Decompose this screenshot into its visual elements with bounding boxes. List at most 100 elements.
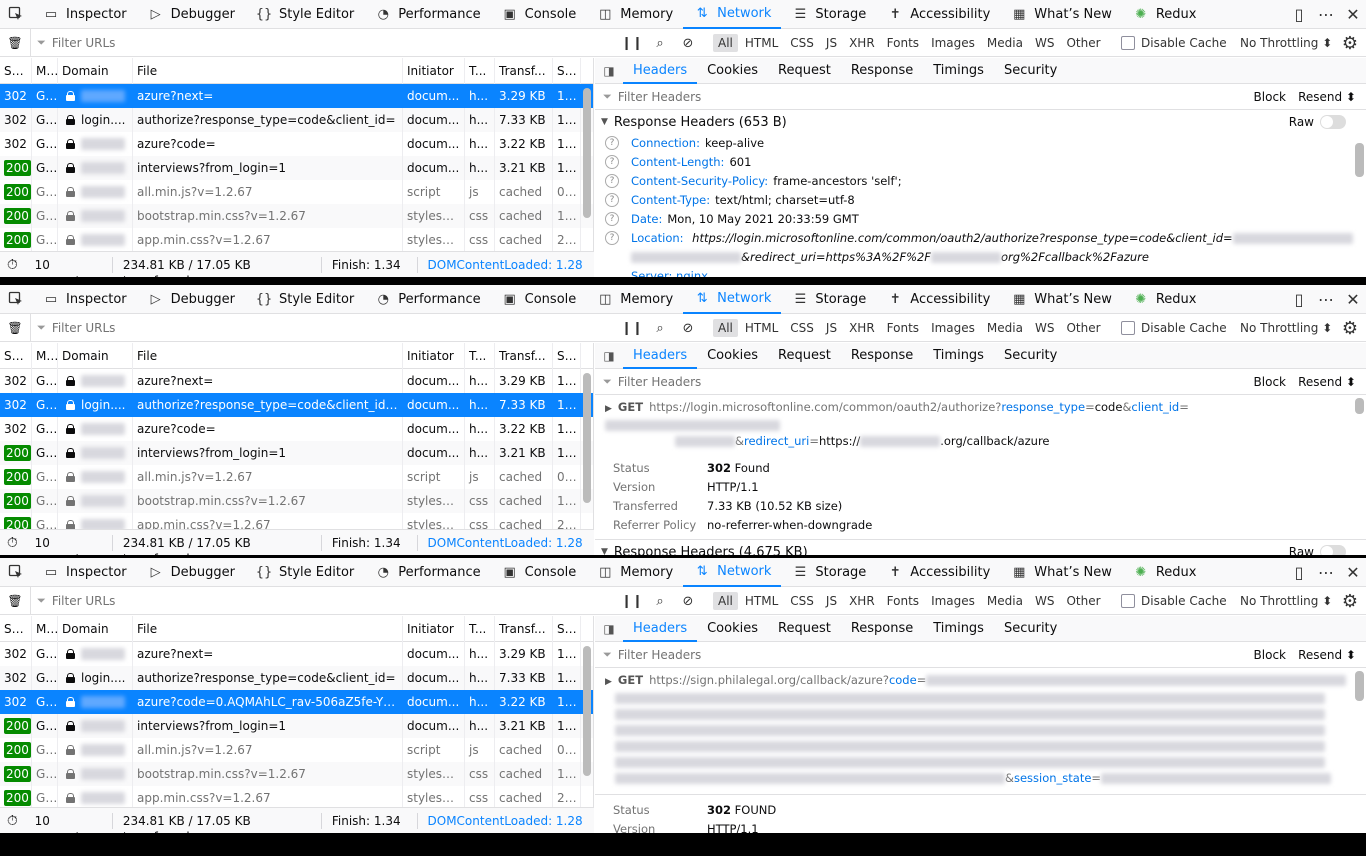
type-images[interactable]: Images xyxy=(926,592,980,610)
column-initiator[interactable]: Initiator xyxy=(403,342,465,369)
trash-icon[interactable]: 🗑 xyxy=(0,314,30,342)
sidebar-toggle-icon[interactable]: ◨ xyxy=(595,64,623,78)
request-row[interactable]: 200 GET interviews?from_login=1 docum... h..… xyxy=(0,441,593,465)
close-icon[interactable]: ✕ xyxy=(1340,285,1366,314)
tab-memory[interactable]: ◫ Memory xyxy=(586,285,683,314)
scrollbar[interactable] xyxy=(583,373,591,503)
scrollbar[interactable] xyxy=(1355,143,1364,177)
block-icon[interactable]: ⊘ xyxy=(674,29,702,57)
tab-request[interactable]: Request xyxy=(768,343,841,369)
type-all[interactable]: All xyxy=(713,319,738,337)
type-fonts[interactable]: Fonts xyxy=(882,592,924,610)
type-ws[interactable]: WS xyxy=(1030,34,1059,52)
request-url-summary[interactable]: ▶ GET https://sign.philalegal.org/callback… xyxy=(595,668,1366,790)
column-transferred[interactable]: Transf... xyxy=(495,342,553,369)
request-row[interactable]: 302 GET azure?code=0.AQMAhLC_rav-506aZ5fe-… xyxy=(0,690,593,714)
pause-icon[interactable]: ❙❙ xyxy=(618,587,646,615)
tab-inspector[interactable]: ▭ Inspector xyxy=(32,285,137,314)
tab-cookies[interactable]: Cookies xyxy=(697,343,768,369)
tab-style-editor[interactable]: {} Style Editor xyxy=(245,0,364,29)
response-headers-section[interactable]: ▼ Response Headers (653 B) Raw xyxy=(595,110,1366,134)
type-ws[interactable]: WS xyxy=(1030,592,1059,610)
type-html[interactable]: HTML xyxy=(740,592,783,610)
dock-icon[interactable]: ▯ xyxy=(1286,558,1312,587)
gear-icon[interactable]: ⚙ xyxy=(1342,29,1358,57)
type-js[interactable]: JS xyxy=(821,34,842,52)
scrollbar[interactable] xyxy=(1355,398,1364,414)
disable-cache-checkbox[interactable]: Disable Cache xyxy=(1121,314,1227,342)
raw-toggle[interactable]: Raw xyxy=(1289,540,1346,555)
column-type[interactable]: T... xyxy=(465,342,495,369)
tab-response[interactable]: Response xyxy=(841,58,923,84)
column-size[interactable]: S... xyxy=(553,57,581,84)
resend-button[interactable]: Resend ⬍ xyxy=(1294,89,1360,105)
tab-console[interactable]: ▣ Console xyxy=(491,0,587,29)
tab-network[interactable]: ⇅ Network xyxy=(683,285,782,314)
type-xhr[interactable]: XHR xyxy=(844,592,880,610)
tab-whats-new[interactable]: ▦ What’s New xyxy=(1000,0,1122,29)
tab-security[interactable]: Security xyxy=(994,343,1067,369)
tab-performance[interactable]: ◔ Performance xyxy=(364,0,490,29)
search-icon[interactable]: ⌕ xyxy=(646,29,674,57)
filter-urls-input[interactable]: ⏷ Filter URLs xyxy=(30,313,610,342)
type-css[interactable]: CSS xyxy=(785,319,819,337)
request-row[interactable]: 200 GET interviews?from_login=1 docum... h..… xyxy=(0,714,593,738)
tab-request[interactable]: Request xyxy=(768,58,841,84)
request-row[interactable]: 200 GET bootstrap.min.css?v=1.2.67 stylesh.… xyxy=(0,762,593,786)
type-ws[interactable]: WS xyxy=(1030,319,1059,337)
type-css[interactable]: CSS xyxy=(785,34,819,52)
checkbox[interactable] xyxy=(1121,36,1135,50)
scrollbar[interactable] xyxy=(583,646,591,776)
tab-redux[interactable]: ✺ Redux xyxy=(1122,0,1207,29)
type-other[interactable]: Other xyxy=(1061,319,1105,337)
request-row[interactable]: 302 GET login.... authorize?response_type=c… xyxy=(0,393,593,417)
type-fonts[interactable]: Fonts xyxy=(882,319,924,337)
column-type[interactable]: T... xyxy=(465,615,495,642)
column-method[interactable]: Me xyxy=(32,615,58,642)
checkbox[interactable] xyxy=(1121,594,1135,608)
tab-cookies[interactable]: Cookies xyxy=(697,616,768,642)
tab-cookies[interactable]: Cookies xyxy=(697,58,768,84)
tab-whats-new[interactable]: ▦ What’s New xyxy=(1000,285,1122,314)
more-options-icon[interactable]: ⋯ xyxy=(1313,0,1339,29)
tab-whats-new[interactable]: ▦ What’s New xyxy=(1000,558,1122,587)
more-options-icon[interactable]: ⋯ xyxy=(1313,558,1339,587)
search-icon[interactable]: ⌕ xyxy=(646,587,674,615)
resend-button[interactable]: Resend ⬍ xyxy=(1294,647,1360,663)
throttling-select[interactable]: No Throttling ⬍ xyxy=(1240,314,1332,342)
tab-storage[interactable]: ☰ Storage xyxy=(781,285,876,314)
request-row[interactable]: 302 GET azure?next= docum... h... 3.29 KB 1... xyxy=(0,642,593,666)
type-images[interactable]: Images xyxy=(926,319,980,337)
request-row[interactable]: 302 GET login.... authorize?response_type=c… xyxy=(0,666,593,690)
request-row[interactable]: 200 GET all.min.js?v=1.2.67 script js cached 0… xyxy=(0,738,593,762)
tab-response[interactable]: Response xyxy=(841,343,923,369)
tab-redux[interactable]: ✺ Redux xyxy=(1122,285,1207,314)
gear-icon[interactable]: ⚙ xyxy=(1342,314,1358,342)
request-row[interactable]: 302 GET login.... authorize?response_type=c… xyxy=(0,108,593,132)
column-domain[interactable]: Domain xyxy=(58,57,133,84)
checkbox[interactable] xyxy=(1121,321,1135,335)
tab-timings[interactable]: Timings xyxy=(923,58,994,84)
tab-network[interactable]: ⇅ Network xyxy=(683,558,782,587)
filter-urls-input[interactable]: ⏷ Filter URLs xyxy=(30,586,610,615)
type-css[interactable]: CSS xyxy=(785,592,819,610)
filter-urls-input[interactable]: ⏷ Filter URLs xyxy=(30,28,610,57)
column-transferred[interactable]: Transf... xyxy=(495,615,553,642)
tab-accessibility[interactable]: ✝ Accessibility xyxy=(876,285,1000,314)
throttling-select[interactable]: No Throttling ⬍ xyxy=(1240,29,1332,57)
element-picker-icon[interactable] xyxy=(0,0,32,29)
help-icon[interactable]: ? xyxy=(605,212,619,226)
request-url-summary[interactable]: ▶ GET https://login.microsoftonline.com/co… xyxy=(595,395,1366,453)
tab-headers[interactable]: Headers xyxy=(623,58,698,84)
tab-debugger[interactable]: ▷ Debugger xyxy=(137,0,245,29)
toggle-switch[interactable] xyxy=(1320,545,1346,555)
column-domain[interactable]: Domain xyxy=(58,615,133,642)
column-domain[interactable]: Domain xyxy=(58,342,133,369)
type-all[interactable]: All xyxy=(713,34,738,52)
help-icon[interactable]: ? xyxy=(605,231,619,245)
block-icon[interactable]: ⊘ xyxy=(674,587,702,615)
request-row[interactable]: 200 GET all.min.js?v=1.2.67 script js cached 0… xyxy=(0,180,593,204)
tab-timings[interactable]: Timings xyxy=(923,616,994,642)
type-media[interactable]: Media xyxy=(982,34,1028,52)
tab-debugger[interactable]: ▷ Debugger xyxy=(137,285,245,314)
